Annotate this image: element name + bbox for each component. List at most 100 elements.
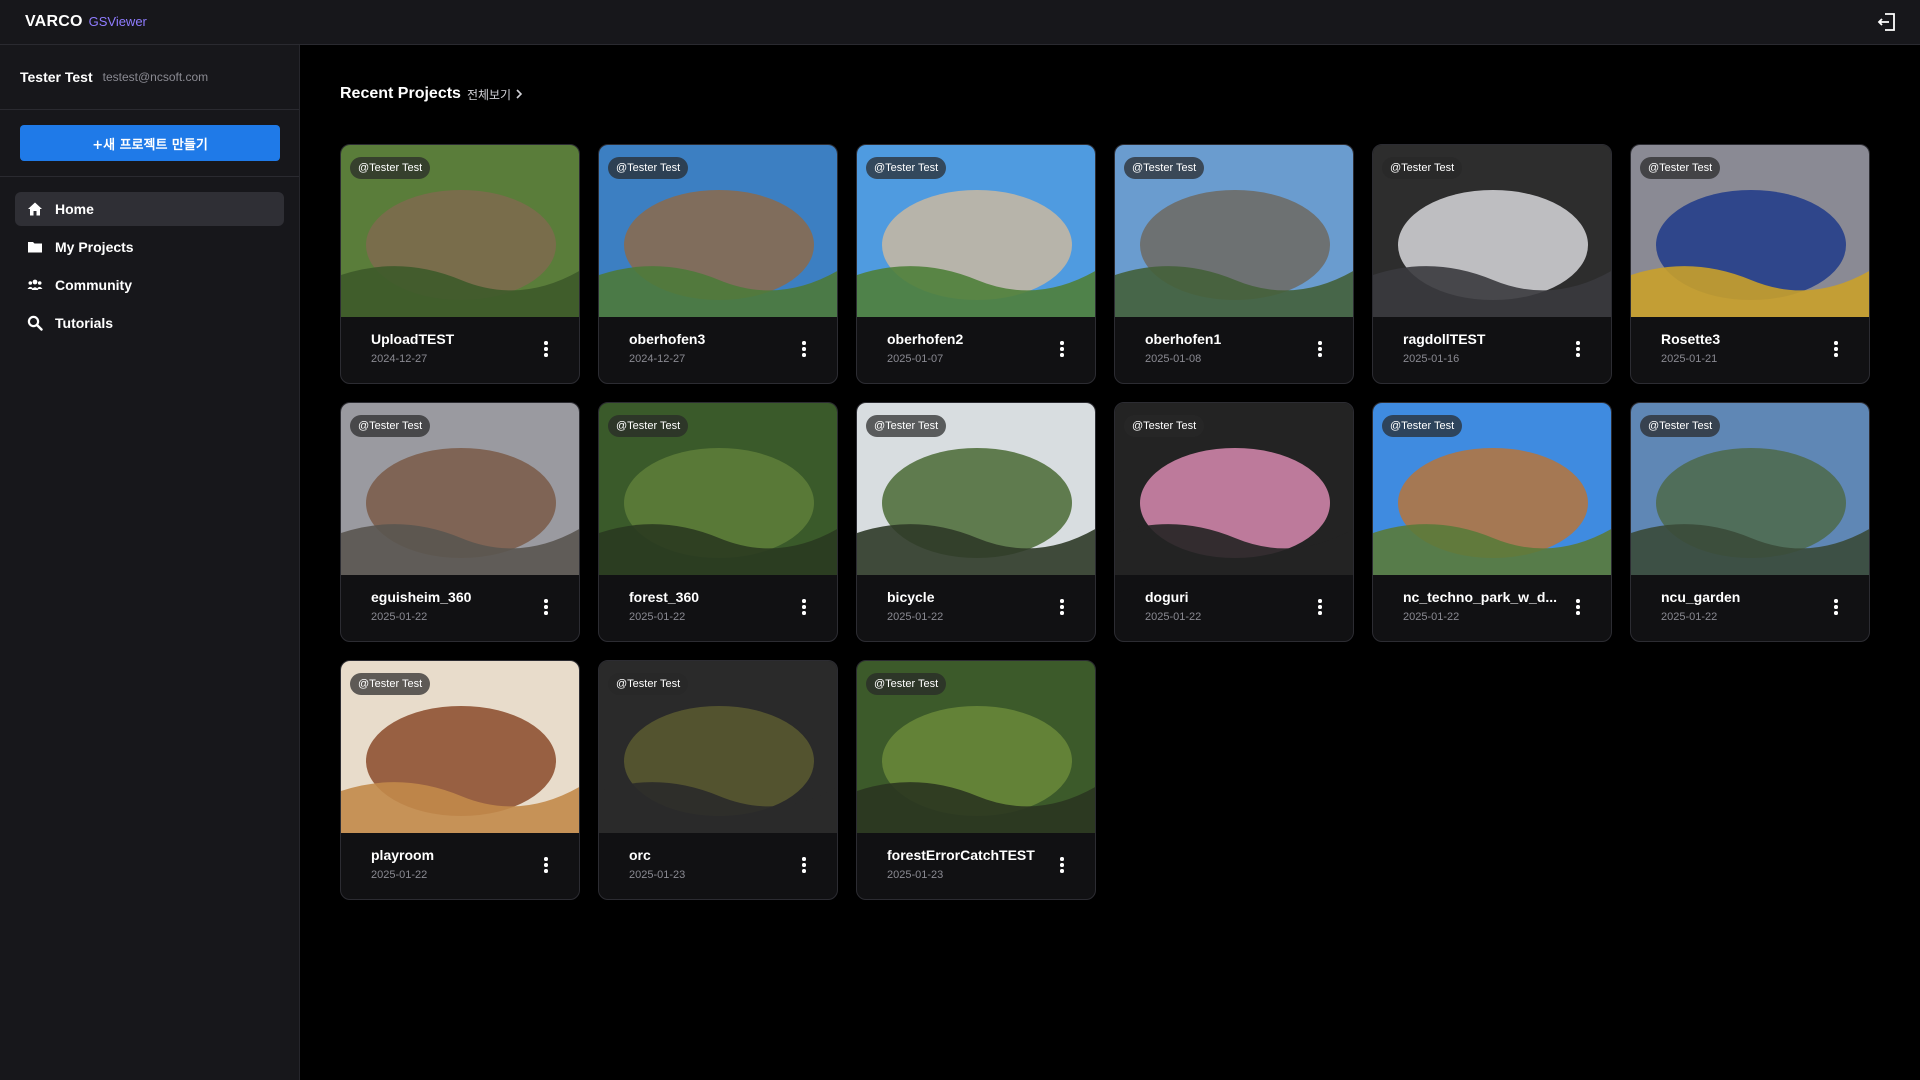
chevron-right-icon: [516, 89, 523, 99]
search-icon: [27, 315, 43, 331]
project-title: orc: [629, 847, 651, 863]
owner-badge: @Tester Test: [1382, 157, 1463, 179]
project-thumbnail[interactable]: @Tester Test: [341, 145, 579, 317]
project-card[interactable]: @Tester Test UploadTEST 2024-12-27: [340, 144, 580, 384]
owner-badge: @Tester Test: [1124, 415, 1205, 437]
owner-badge: @Tester Test: [350, 157, 431, 179]
owner-badge: @Tester Test: [350, 673, 431, 695]
project-title: nc_techno_park_w_d...: [1403, 589, 1558, 605]
owner-badge: @Tester Test: [866, 415, 947, 437]
more-options-icon[interactable]: [1571, 597, 1585, 617]
sidebar-item-label: Tutorials: [55, 315, 114, 331]
project-title: playroom: [371, 847, 435, 863]
project-title: forest_360: [629, 589, 700, 605]
brand-name: VARCO: [25, 13, 83, 30]
project-card[interactable]: @Tester Test eguisheim_360 2025-01-22: [340, 402, 580, 642]
project-title: doguri: [1145, 589, 1189, 605]
sidebar-item-label: Home: [55, 201, 94, 217]
project-thumbnail[interactable]: @Tester Test: [599, 403, 837, 575]
owner-badge: @Tester Test: [1382, 415, 1463, 437]
more-options-icon[interactable]: [1829, 597, 1843, 617]
card-info: orc 2025-01-23: [599, 833, 837, 899]
project-title: oberhofen2: [887, 331, 964, 347]
card-info: Rosette3 2025-01-21: [1631, 317, 1869, 383]
card-info: ncu_garden 2025-01-22: [1631, 575, 1869, 641]
folder-icon: [27, 239, 43, 255]
view-all-link[interactable]: 전체보기: [467, 86, 523, 103]
project-card[interactable]: @Tester Test Rosette3 2025-01-21: [1630, 144, 1870, 384]
owner-badge: @Tester Test: [866, 673, 947, 695]
more-options-icon[interactable]: [797, 597, 811, 617]
sidebar-item-label: My Projects: [55, 239, 134, 255]
project-title: UploadTEST: [371, 331, 455, 347]
card-info: nc_techno_park_w_d... 2025-01-22: [1373, 575, 1611, 641]
project-thumbnail[interactable]: @Tester Test: [1631, 145, 1869, 317]
project-card[interactable]: @Tester Test forestErrorCatchTEST 2025-01-…: [856, 660, 1096, 900]
project-title: oberhofen1: [1145, 331, 1222, 347]
sidebar-item-home[interactable]: Home: [15, 192, 284, 226]
sidebar: Tester Test testest@ncsoft.com +새 프로젝트 만…: [0, 45, 300, 1080]
project-thumbnail[interactable]: @Tester Test: [599, 661, 837, 833]
logout-icon[interactable]: [1876, 11, 1898, 33]
project-card[interactable]: @Tester Test forest_360 2025-01-22: [598, 402, 838, 642]
owner-badge: @Tester Test: [1640, 157, 1721, 179]
home-icon: [27, 201, 43, 217]
project-thumbnail[interactable]: @Tester Test: [857, 145, 1095, 317]
project-thumbnail[interactable]: @Tester Test: [1631, 403, 1869, 575]
more-options-icon[interactable]: [1055, 855, 1069, 875]
product-name: GSViewer: [88, 14, 147, 29]
project-card[interactable]: @Tester Test ragdollTEST 2025-01-16: [1372, 144, 1612, 384]
card-info: oberhofen3 2024-12-27: [599, 317, 837, 383]
sidebar-nav: Home My Projects Community Tutorials: [0, 177, 299, 359]
project-thumbnail[interactable]: @Tester Test: [1115, 403, 1353, 575]
more-options-icon[interactable]: [1571, 339, 1585, 359]
project-card[interactable]: @Tester Test orc 2025-01-23: [598, 660, 838, 900]
project-title: eguisheim_360: [371, 589, 472, 605]
more-options-icon[interactable]: [539, 339, 553, 359]
project-card[interactable]: @Tester Test ncu_garden 2025-01-22: [1630, 402, 1870, 642]
view-all-label: 전체보기: [466, 87, 512, 102]
more-options-icon[interactable]: [539, 855, 553, 875]
card-info: ragdollTEST 2025-01-16: [1373, 317, 1611, 383]
card-info: playroom 2025-01-22: [341, 833, 579, 899]
project-thumbnail[interactable]: @Tester Test: [341, 403, 579, 575]
more-options-icon[interactable]: [1829, 339, 1843, 359]
more-options-icon[interactable]: [797, 855, 811, 875]
project-card[interactable]: @Tester Test bicycle 2025-01-22: [856, 402, 1096, 642]
main-content: Recent Projects 전체보기 @Tester Test UploadT…: [300, 45, 1920, 1080]
owner-badge: @Tester Test: [608, 673, 689, 695]
project-thumbnail[interactable]: @Tester Test: [857, 661, 1095, 833]
project-thumbnail[interactable]: @Tester Test: [1115, 145, 1353, 317]
more-options-icon[interactable]: [1313, 339, 1327, 359]
card-info: eguisheim_360 2025-01-22: [341, 575, 579, 641]
project-title: bicycle: [887, 589, 935, 605]
more-options-icon[interactable]: [1055, 339, 1069, 359]
project-thumbnail[interactable]: @Tester Test: [599, 145, 837, 317]
project-card[interactable]: @Tester Test oberhofen2 2025-01-07: [856, 144, 1096, 384]
card-info: oberhofen2 2025-01-07: [857, 317, 1095, 383]
project-card[interactable]: @Tester Test oberhofen1 2025-01-08: [1114, 144, 1354, 384]
project-title: forestErrorCatchTEST: [887, 847, 1035, 863]
more-options-icon[interactable]: [797, 339, 811, 359]
new-project-button[interactable]: +새 프로젝트 만들기: [20, 125, 280, 161]
more-options-icon[interactable]: [1313, 597, 1327, 617]
project-card[interactable]: @Tester Test doguri 2025-01-22: [1114, 402, 1354, 642]
project-thumbnail[interactable]: @Tester Test: [341, 661, 579, 833]
brand-logo[interactable]: VARCO GSViewer: [25, 13, 147, 31]
user-profile: Tester Test testest@ncsoft.com: [0, 45, 299, 110]
sidebar-item-community[interactable]: Community: [15, 268, 284, 302]
card-info: UploadTEST 2024-12-27: [341, 317, 579, 383]
project-thumbnail[interactable]: @Tester Test: [857, 403, 1095, 575]
more-options-icon[interactable]: [539, 597, 553, 617]
owner-badge: @Tester Test: [608, 415, 689, 437]
project-thumbnail[interactable]: @Tester Test: [1373, 403, 1611, 575]
more-options-icon[interactable]: [1055, 597, 1069, 617]
sidebar-item-tutorials[interactable]: Tutorials: [15, 306, 284, 340]
card-info: bicycle 2025-01-22: [857, 575, 1095, 641]
project-card[interactable]: @Tester Test playroom 2025-01-22: [340, 660, 580, 900]
project-card[interactable]: @Tester Test nc_techno_park_w_d... 2025-01…: [1372, 402, 1612, 642]
project-card[interactable]: @Tester Test oberhofen3 2024-12-27: [598, 144, 838, 384]
project-thumbnail[interactable]: @Tester Test: [1373, 145, 1611, 317]
owner-badge: @Tester Test: [1640, 415, 1721, 437]
sidebar-item-my-projects[interactable]: My Projects: [15, 230, 284, 264]
